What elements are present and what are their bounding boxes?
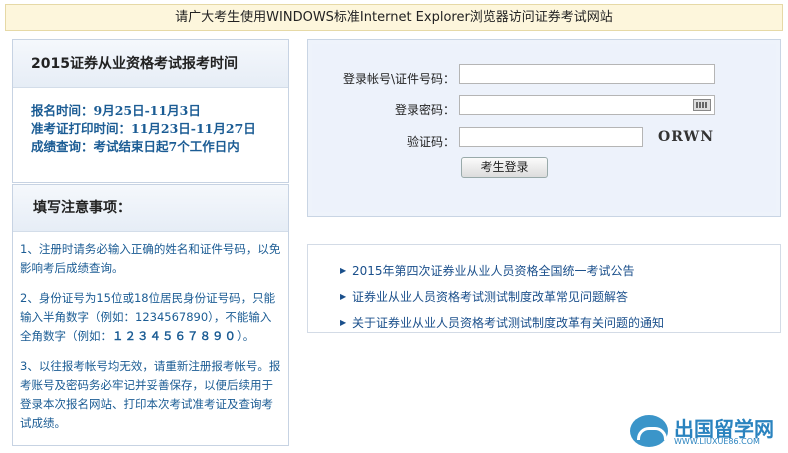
link-text: 2015年第四次证券业从业人员资格全国统一考试公告	[352, 264, 635, 278]
password-input[interactable]	[459, 95, 715, 115]
login-button[interactable]: 考生登录	[461, 157, 548, 178]
bullet-icon: ▶	[340, 318, 347, 327]
browser-notice-bar: 请广大考生使用WINDOWS标准Internet Explorer浏览器访问证券…	[5, 4, 783, 31]
account-label: 登录帐号\证件号码：	[342, 72, 455, 86]
bullet-icon: ▶	[340, 292, 347, 301]
score-query-time: 成绩查询：考试结束日起7个工作日内	[31, 139, 240, 154]
announcement-link-2[interactable]: ▶ 证券业从业人员资格考试测试制度改革常见问题解答	[308, 284, 780, 310]
registration-time: 报名时间：9月25日-11月3日	[31, 103, 201, 118]
account-input[interactable]	[459, 64, 715, 84]
watermark-url: WWW.LIUXUE86.COM	[674, 437, 760, 446]
note-item-1: 1、注册时请务必输入正确的姓名和证件号码，以免影响考后成绩查询。	[20, 242, 281, 275]
announcement-list: ▶ 2015年第四次证券业从业人员资格全国统一考试公告 ▶ 证券业从业人员资格考试测…	[307, 244, 781, 333]
link-text: 证券业从业人员资格考试测试制度改革常见问题解答	[352, 290, 629, 304]
link-text: 关于证券业从业人员资格考试测试制度改革有关问题的通知	[352, 316, 665, 330]
bullet-icon: ▶	[340, 266, 347, 275]
notes-panel: 填写注意事项： 1、注册时请务必输入正确的姓名和证件号码，以免影响考后成绩查询。…	[12, 184, 289, 446]
note-item-2: 2、身份证号为15位或18位居民身份证号码，只能输入半角数字（例如：123456…	[20, 289, 282, 346]
captcha-label: 验证码：	[406, 135, 455, 149]
schedule-panel: 2015证券从业资格考试报考时间 报名时间：9月25日-11月3日 准考证打印时…	[12, 39, 289, 183]
fullwidth-digits-example: １２３４５６７８９０	[112, 329, 237, 343]
keyboard-icon[interactable]	[693, 99, 711, 111]
schedule-title: 2015证券从业资格考试报考时间	[13, 40, 288, 88]
admission-print-time: 准考证打印时间：11月23日-11月27日	[31, 121, 256, 136]
note-item-2-end: ）。	[237, 329, 255, 343]
captcha-input[interactable]	[459, 127, 643, 147]
note-item-3: 3、以往报考帐号均无效，请重新注册报考帐号。报考账号及密码务必牢记并妥善保存，以…	[20, 359, 281, 430]
password-label: 登录密码：	[394, 103, 455, 117]
site-watermark: 出国留学网 WWW.LIUXUE86.COM	[628, 413, 784, 449]
notes-title: 填写注意事项：	[13, 185, 288, 232]
announcement-link-1[interactable]: ▶ 2015年第四次证券业从业人员资格全国统一考试公告	[308, 258, 780, 284]
login-form: 登录帐号\证件号码： 登录密码： 验证码： ORWN 考生登录	[307, 39, 781, 217]
announcement-link-3[interactable]: ▶ 关于证券业从业人员资格考试测试制度改革有关问题的通知	[308, 310, 780, 336]
captcha-image[interactable]: ORWN	[658, 129, 714, 145]
watermark-logo-icon	[630, 415, 668, 447]
